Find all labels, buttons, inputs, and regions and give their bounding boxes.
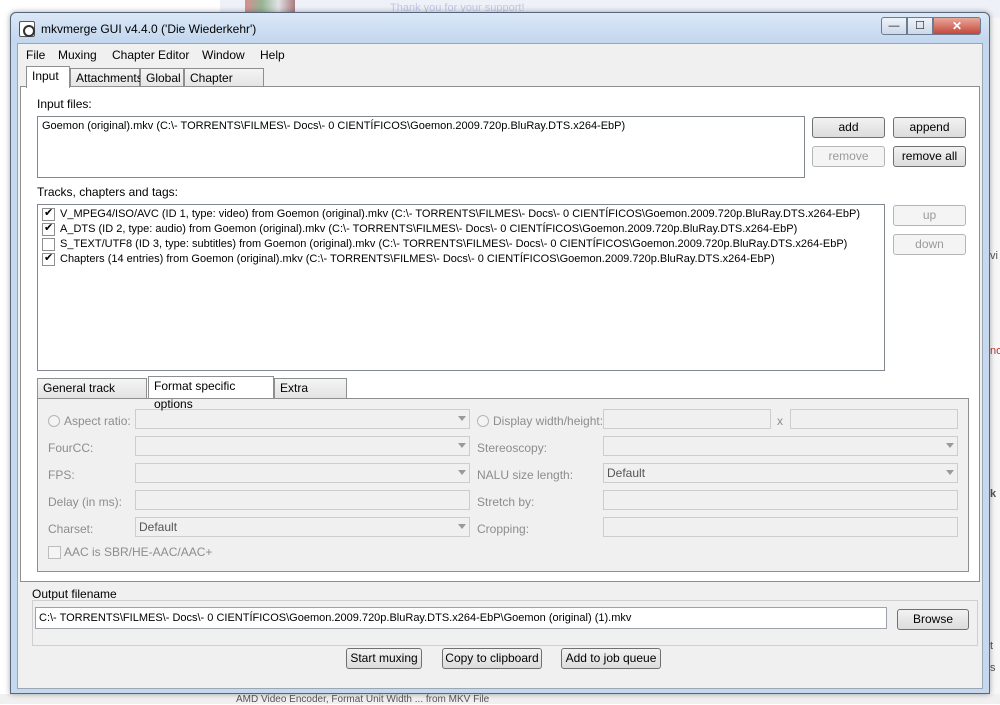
tab-global[interactable]: Global [140, 68, 184, 88]
track-label: Chapters (14 entries) from Goemon (origi… [60, 253, 775, 265]
input-files-label: Input files: [37, 97, 92, 111]
background-text: no [990, 345, 1000, 357]
maximize-button[interactable]: ☐ [907, 17, 933, 35]
stretch-label: Stretch by: [477, 495, 535, 509]
track-label: A_DTS (ID 2, type: audio) from Goemon (o… [60, 223, 798, 235]
close-button[interactable]: ✕ [933, 17, 981, 35]
track-row-chapters[interactable]: Chapters (14 entries) from Goemon (origi… [42, 251, 880, 266]
chevron-down-icon [458, 443, 466, 448]
list-item[interactable]: Goemon (original).mkv (C:\- TORRENTS\FIL… [42, 120, 625, 132]
fourcc-label: FourCC: [48, 441, 94, 455]
stretch-input[interactable] [603, 490, 958, 510]
tab-attachments[interactable]: Attachments [70, 68, 143, 88]
tab-format-specific-options[interactable]: Format specific options [148, 376, 274, 411]
add-to-job-queue-button[interactable]: Add to job queue [561, 648, 661, 669]
aspect-ratio-label: Aspect ratio: [64, 414, 131, 428]
cropping-input[interactable] [603, 517, 958, 537]
chevron-down-icon [458, 524, 466, 529]
fourcc-combo[interactable] [135, 436, 470, 456]
down-button[interactable]: down [893, 234, 966, 255]
remove-button[interactable]: remove [812, 146, 885, 167]
output-filename-input[interactable]: C:\- TORRENTS\FILMES\- Docs\- 0 CIENTÍFI… [35, 607, 887, 629]
display-wh-radio[interactable] [477, 415, 489, 427]
track-label: S_TEXT/UTF8 (ID 3, type: subtitles) from… [60, 238, 848, 250]
menu-chapter-editor[interactable]: Chapter Editor [112, 48, 189, 62]
title-bar[interactable]: mkvmerge GUI v4.4.0 ('Die Wiederkehr') —… [11, 13, 989, 43]
format-options-panel: Aspect ratio: Display width/height: x Fo… [37, 398, 969, 572]
background-text: t [990, 640, 994, 652]
track-row-audio[interactable]: A_DTS (ID 2, type: audio) from Goemon (o… [42, 221, 880, 236]
track-label: V_MPEG4/ISO/AVC (ID 1, type: video) from… [60, 208, 860, 220]
stereoscopy-label: Stereoscopy: [477, 441, 548, 455]
background-bottom-strip: AMD Video Encoder, Format Unit Width ...… [0, 694, 1000, 705]
cropping-label: Cropping: [477, 522, 530, 536]
minimize-button[interactable]: — [881, 17, 907, 35]
aspect-ratio-radio[interactable] [48, 415, 60, 427]
remove-all-button[interactable]: remove all [893, 146, 966, 167]
tab-general-track-options[interactable]: General track options [37, 378, 147, 413]
background-text: k [990, 488, 997, 500]
menu-help[interactable]: Help [260, 48, 285, 62]
tab-input[interactable]: Input [26, 66, 70, 88]
output-filename-group: C:\- TORRENTS\FILMES\- Docs\- 0 CIENTÍFI… [32, 600, 978, 646]
start-muxing-button[interactable]: Start muxing [346, 648, 422, 669]
chevron-down-icon [946, 443, 954, 448]
background-bottom-text: AMD Video Encoder, Format Unit Width ...… [236, 694, 490, 705]
browse-button[interactable]: Browse [897, 609, 969, 630]
menu-file[interactable]: File [26, 48, 45, 62]
fps-label: FPS: [48, 468, 75, 482]
delay-input[interactable] [135, 490, 470, 510]
menu-muxing[interactable]: Muxing [58, 48, 97, 62]
fps-combo[interactable] [135, 463, 470, 483]
nalu-label: NALU size length: [477, 468, 574, 482]
up-button[interactable]: up [893, 205, 966, 226]
input-files-list[interactable]: Goemon (original).mkv (C:\- TORRENTS\FIL… [37, 116, 805, 178]
track-row-video[interactable]: V_MPEG4/ISO/AVC (ID 1, type: video) from… [42, 206, 880, 221]
display-wh-label: Display width/height: [493, 414, 604, 428]
mkvmerge-window: mkvmerge GUI v4.4.0 ('Die Wiederkehr') —… [10, 12, 990, 694]
window-title: mkvmerge GUI v4.4.0 ('Die Wiederkehr') [41, 22, 257, 36]
tab-chapter-editor[interactable]: Chapter Editor [184, 68, 264, 103]
tracks-list[interactable]: V_MPEG4/ISO/AVC (ID 1, type: video) from… [37, 204, 885, 371]
output-filename-label: Output filename [32, 587, 117, 601]
aac-sbr-label: AAC is SBR/HE-AAC/AAC+ [64, 545, 213, 559]
display-height-input[interactable] [790, 409, 958, 429]
copy-to-clipboard-button[interactable]: Copy to clipboard [442, 648, 542, 669]
nalu-combo[interactable]: Default [603, 463, 958, 483]
chevron-down-icon [946, 470, 954, 475]
track-checkbox[interactable] [42, 238, 55, 251]
menu-window[interactable]: Window [202, 48, 245, 62]
chevron-down-icon [458, 416, 466, 421]
track-checkbox[interactable] [42, 206, 55, 221]
input-tab-panel: Input files: Goemon (original).mkv (C:\-… [20, 86, 980, 582]
charset-combo[interactable]: Default [135, 517, 470, 537]
track-row-subtitles[interactable]: S_TEXT/UTF8 (ID 3, type: subtitles) from… [42, 237, 880, 251]
window-client-area: File Muxing Chapter Editor Window Help I… [17, 43, 983, 689]
add-button[interactable]: add [812, 117, 885, 138]
background-text: s [990, 662, 996, 674]
stereoscopy-combo[interactable] [603, 436, 958, 456]
track-checkbox[interactable] [42, 251, 55, 266]
nalu-value: Default [607, 466, 646, 480]
menu-bar: File Muxing Chapter Editor Window Help [18, 44, 982, 66]
append-button[interactable]: append [893, 117, 966, 138]
tracks-label: Tracks, chapters and tags: [37, 185, 178, 199]
background-text: vi [990, 250, 998, 262]
aac-sbr-checkbox[interactable] [48, 546, 61, 559]
charset-label: Charset: [48, 522, 94, 536]
dimension-separator: x [777, 414, 783, 428]
delay-label: Delay (in ms): [48, 495, 123, 509]
chevron-down-icon [458, 470, 466, 475]
tab-extra-options[interactable]: Extra options [274, 378, 347, 413]
charset-value: Default [139, 520, 178, 534]
app-icon[interactable] [19, 21, 35, 37]
display-width-input[interactable] [603, 409, 771, 429]
track-checkbox[interactable] [42, 221, 55, 236]
